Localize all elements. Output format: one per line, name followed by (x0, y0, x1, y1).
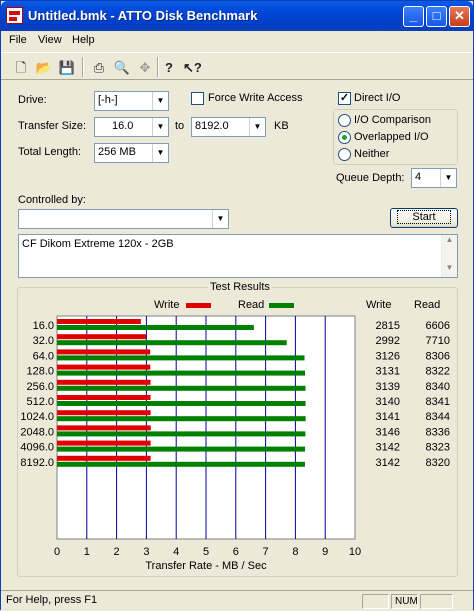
read-bar (57, 355, 305, 361)
category-label: 8192.0 (20, 457, 54, 469)
read-value: 8336 (426, 426, 450, 438)
write-bar (57, 410, 151, 416)
read-value: 8340 (426, 381, 450, 393)
x-tick-label: 2 (114, 546, 120, 558)
read-bar (57, 401, 306, 406)
category-label: 32.0 (33, 335, 54, 347)
write-value: 3126 (376, 350, 400, 362)
category-label: 256.0 (26, 381, 54, 393)
read-value: 8323 (426, 442, 450, 454)
write-value: 3139 (376, 381, 400, 393)
x-tick-label: 1 (84, 546, 90, 558)
write-bar (57, 455, 151, 461)
write-bar (57, 349, 151, 355)
read-value: 8322 (426, 366, 450, 378)
status-bar: For Help, press F1 NUM (1, 590, 473, 610)
write-bar (57, 334, 147, 340)
category-label: 128.0 (26, 366, 54, 378)
write-value: 3142 (376, 457, 400, 469)
write-value: 3140 (376, 396, 400, 408)
category-label: 2048.0 (20, 426, 54, 438)
read-bar (57, 385, 306, 391)
x-tick-label: 4 (173, 546, 179, 558)
x-tick-label: 8 (292, 546, 298, 558)
write-value: 2992 (376, 335, 400, 347)
read-value: 7710 (426, 335, 450, 347)
read-bar (57, 340, 287, 346)
write-value: 3142 (376, 442, 400, 454)
read-value: 8306 (426, 350, 450, 362)
main-window: Untitled.bmk - ATTO Disk Benchmark _ □ ✕… (0, 0, 474, 610)
category-label: 4096.0 (20, 442, 54, 454)
read-value: 8320 (426, 457, 450, 469)
write-bar (57, 364, 151, 370)
read-bar (57, 461, 305, 467)
x-tick-label: 3 (143, 546, 149, 558)
x-tick-label: 5 (203, 546, 209, 558)
read-bar (57, 431, 306, 437)
x-axis-label: Transfer Rate - MB / Sec (145, 560, 267, 572)
read-value: 8344 (426, 411, 450, 423)
read-bar (57, 325, 254, 330)
write-value: 3146 (376, 426, 400, 438)
write-bar (57, 395, 151, 400)
read-value: 8341 (426, 396, 450, 408)
x-tick-label: 10 (349, 546, 361, 558)
x-tick-label: 7 (263, 546, 269, 558)
status-panel-1 (362, 594, 389, 609)
write-value: 3141 (376, 411, 400, 423)
category-label: 64.0 (33, 350, 54, 362)
category-label: 512.0 (26, 396, 54, 408)
write-bar (57, 379, 151, 385)
x-tick-label: 6 (233, 546, 239, 558)
category-label: 16.0 (33, 320, 54, 332)
status-panel-3 (420, 594, 453, 609)
write-bar (57, 425, 151, 431)
read-bar (57, 416, 306, 422)
write-bar (57, 440, 151, 446)
write-bar (57, 319, 141, 324)
write-value: 2815 (376, 320, 400, 332)
num-lock-indicator: NUM (391, 594, 418, 609)
read-bar (57, 370, 305, 376)
read-bar (57, 446, 306, 452)
x-tick-label: 9 (322, 546, 328, 558)
write-value: 3131 (376, 366, 400, 378)
read-value: 6606 (426, 320, 450, 332)
results-chart: 0 1 2 3 4 5 6 7 8 9 10 Transfer Rate - MB / Sec 16.0… (20, 315, 450, 572)
category-label: 1024.0 (20, 411, 54, 423)
status-text: For Help, press F1 (6, 594, 98, 606)
x-tick-label: 0 (54, 546, 60, 558)
